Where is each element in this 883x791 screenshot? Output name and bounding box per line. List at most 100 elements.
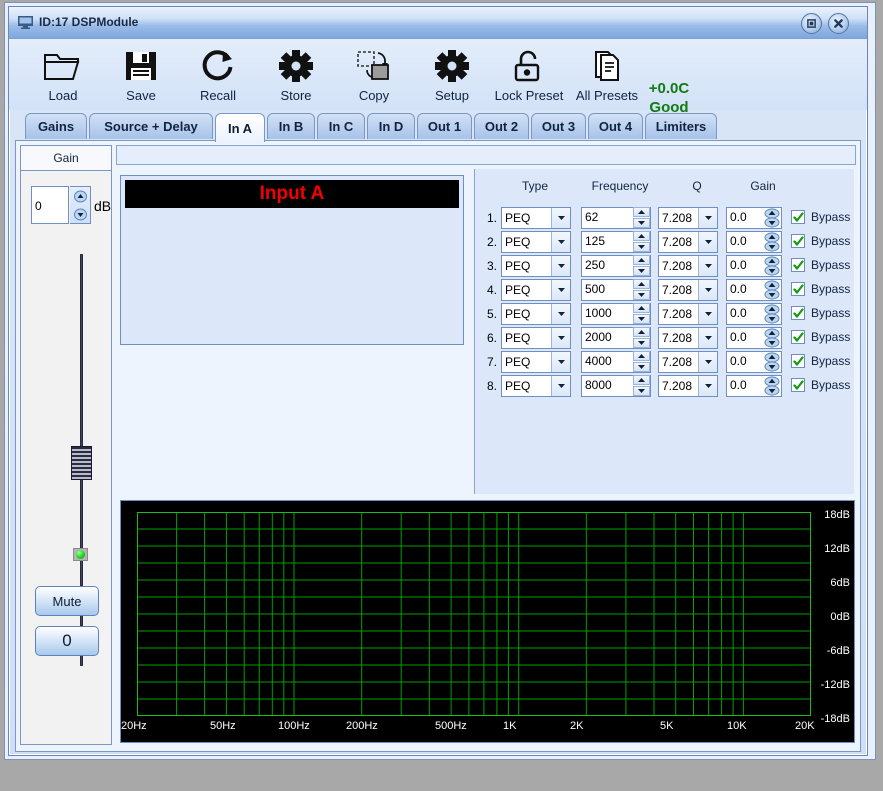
stepper-down-icon[interactable] (633, 338, 650, 348)
toolbar-recall-button[interactable]: Recall (182, 45, 254, 103)
peq-type-select[interactable]: PEQ (501, 255, 571, 277)
peq-type-select[interactable]: PEQ (501, 327, 571, 349)
stepper-up-icon[interactable] (633, 255, 650, 265)
peq-q-select[interactable]: 7.208 (658, 231, 718, 253)
tab-source-delay[interactable]: Source + Delay (89, 113, 213, 139)
peq-q-select[interactable]: 7.208 (658, 303, 718, 325)
toolbar-save-button[interactable]: Save (105, 45, 177, 103)
zero-button[interactable]: 0 (35, 626, 99, 656)
gain-slider-thumb[interactable] (71, 446, 92, 480)
tab-out-1[interactable]: Out 1 (417, 113, 472, 139)
peq-q-select[interactable]: 7.208 (658, 207, 718, 229)
gain-spin-down[interactable] (70, 205, 90, 223)
chevron-down-icon[interactable] (551, 256, 570, 276)
stepper-down-icon[interactable] (633, 266, 650, 276)
stepper-up-icon[interactable] (633, 375, 650, 385)
peq-type-select[interactable]: PEQ (501, 303, 571, 325)
peq-q-select[interactable]: 7.208 (658, 279, 718, 301)
gain-panel-tab[interactable]: Gain (20, 145, 112, 171)
close-button[interactable] (828, 13, 849, 34)
maximize-button[interactable] (801, 13, 822, 34)
peq-q-select[interactable]: 7.208 (658, 351, 718, 373)
gain-input[interactable] (31, 186, 69, 224)
peq-q-select[interactable]: 7.208 (658, 375, 718, 397)
peq-frequency-stepper[interactable] (633, 255, 650, 277)
chevron-down-icon[interactable] (551, 376, 570, 396)
gear-icon (416, 45, 488, 87)
peq-frequency-stepper[interactable] (633, 207, 650, 229)
mute-button[interactable]: Mute (35, 586, 99, 616)
stepper-up-icon[interactable] (633, 327, 650, 337)
peq-bypass-checkbox[interactable] (791, 282, 805, 296)
chevron-down-icon[interactable] (698, 376, 717, 396)
peq-type-select[interactable]: PEQ (501, 351, 571, 373)
peq-gain-stepper[interactable] (763, 280, 781, 300)
peq-bypass-checkbox[interactable] (791, 234, 805, 248)
tab-out-2[interactable]: Out 2 (474, 113, 529, 139)
peq-gain-stepper[interactable] (763, 352, 781, 372)
chevron-down-icon[interactable] (698, 304, 717, 324)
stepper-up-icon[interactable] (633, 351, 650, 361)
tab-in-a[interactable]: In A (215, 113, 265, 142)
peq-gain-stepper[interactable] (763, 376, 781, 396)
stepper-up-icon[interactable] (633, 279, 650, 289)
peq-type-select[interactable]: PEQ (501, 207, 571, 229)
tab-limiters[interactable]: Limiters (645, 113, 717, 139)
chevron-down-icon[interactable] (698, 280, 717, 300)
tab-out-3[interactable]: Out 3 (531, 113, 586, 139)
tab-in-b[interactable]: In B (267, 113, 315, 139)
peq-bypass-checkbox[interactable] (791, 306, 805, 320)
stepper-up-icon[interactable] (633, 303, 650, 313)
stepper-down-icon[interactable] (633, 290, 650, 300)
peq-gain-stepper[interactable] (763, 232, 781, 252)
toolbar-lock-preset-button[interactable]: Lock Preset (493, 45, 565, 103)
tab-gains[interactable]: Gains (25, 113, 87, 139)
stepper-down-icon[interactable] (633, 386, 650, 396)
toolbar-load-button[interactable]: Load (27, 45, 99, 103)
peq-frequency-stepper[interactable] (633, 375, 650, 397)
peq-type-select[interactable]: PEQ (501, 231, 571, 253)
toolbar-copy-button[interactable]: Copy (338, 45, 410, 103)
stepper-down-icon[interactable] (633, 218, 650, 228)
peq-frequency-stepper[interactable] (633, 351, 650, 373)
peq-q-select[interactable]: 7.208 (658, 255, 718, 277)
gain-spin-up[interactable] (70, 187, 90, 205)
stepper-down-icon[interactable] (633, 362, 650, 372)
tab-in-d[interactable]: In D (367, 113, 415, 139)
peq-gain-stepper[interactable] (763, 208, 781, 228)
chevron-down-icon[interactable] (698, 208, 717, 228)
peq-gain-stepper[interactable] (763, 256, 781, 276)
peq-bypass-checkbox[interactable] (791, 210, 805, 224)
peq-gain-stepper[interactable] (763, 304, 781, 324)
chevron-down-icon[interactable] (551, 328, 570, 348)
chevron-down-icon[interactable] (551, 280, 570, 300)
peq-type-select[interactable]: PEQ (501, 279, 571, 301)
chevron-down-icon[interactable] (698, 232, 717, 252)
chevron-down-icon[interactable] (698, 352, 717, 372)
chevron-down-icon[interactable] (551, 352, 570, 372)
peq-bypass-checkbox[interactable] (791, 354, 805, 368)
chevron-down-icon[interactable] (698, 256, 717, 276)
peq-q-select[interactable]: 7.208 (658, 327, 718, 349)
chevron-down-icon[interactable] (551, 232, 570, 252)
stepper-down-icon[interactable] (633, 242, 650, 252)
stepper-down-icon[interactable] (633, 314, 650, 324)
peq-frequency-stepper[interactable] (633, 303, 650, 325)
peq-frequency-stepper[interactable] (633, 279, 650, 301)
peq-bypass-checkbox[interactable] (791, 258, 805, 272)
peq-type-select[interactable]: PEQ (501, 375, 571, 397)
peq-frequency-stepper[interactable] (633, 231, 650, 253)
toolbar-store-button[interactable]: Store (260, 45, 332, 103)
peq-bypass-checkbox[interactable] (791, 330, 805, 344)
peq-frequency-stepper[interactable] (633, 327, 650, 349)
stepper-up-icon[interactable] (633, 207, 650, 217)
toolbar-setup-button[interactable]: Setup (416, 45, 488, 103)
chevron-down-icon[interactable] (551, 304, 570, 324)
peq-gain-stepper[interactable] (763, 328, 781, 348)
stepper-up-icon[interactable] (633, 231, 650, 241)
chevron-down-icon[interactable] (698, 328, 717, 348)
chevron-down-icon[interactable] (551, 208, 570, 228)
peq-bypass-checkbox[interactable] (791, 378, 805, 392)
tab-in-c[interactable]: In C (317, 113, 365, 139)
tab-out-4[interactable]: Out 4 (588, 113, 643, 139)
